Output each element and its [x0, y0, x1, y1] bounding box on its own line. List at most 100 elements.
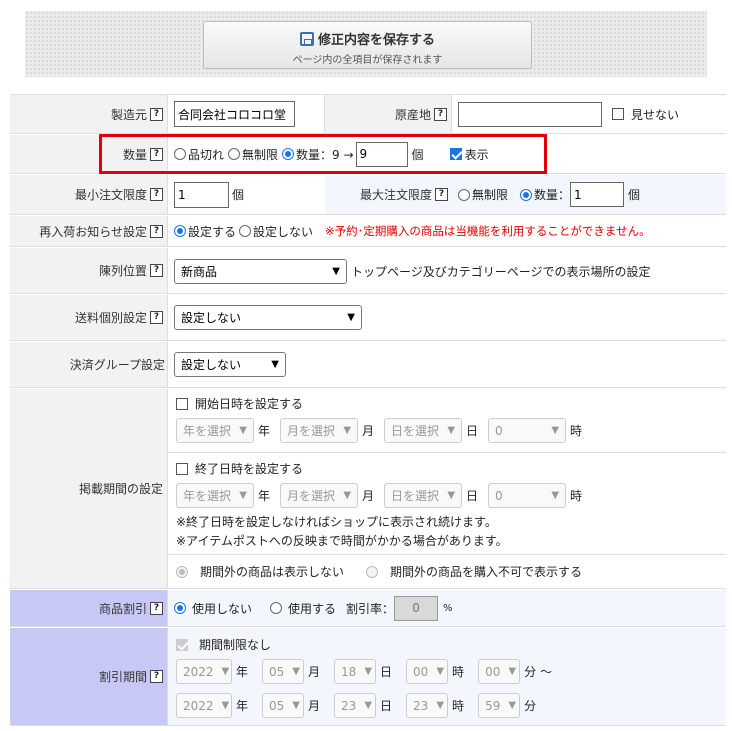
display-position-select[interactable]: 新商品 ▼	[174, 259, 347, 284]
display-position-note: トップページ及びカテゴリーページでの表示場所の設定	[351, 265, 651, 279]
chevron-down-icon: ▼	[447, 490, 456, 501]
discount-range-tilde: 〜	[540, 665, 553, 679]
discount-start-hour-select[interactable]: 00 ▼	[406, 659, 449, 684]
min-order-input[interactable]	[174, 181, 229, 208]
restock-on-radio[interactable]	[174, 225, 186, 237]
shipping-select[interactable]: 設定しない ▼	[174, 305, 362, 330]
chevron-down-icon: ▼	[239, 490, 247, 501]
start-day-selected: 日を選択	[391, 424, 440, 438]
help-icon[interactable]: ?	[150, 601, 163, 615]
discount-rate-input[interactable]: 0	[394, 595, 439, 621]
chevron-down-icon: ▼	[551, 490, 560, 501]
discount-end-min-select[interactable]: 59 ▼	[478, 693, 521, 718]
end-hour-select[interactable]: 0 ▼	[488, 483, 567, 508]
quantity-show-label: 表示	[464, 147, 489, 162]
period-start-label: 開始日時を設定する	[195, 397, 304, 411]
discount-start-year-select[interactable]: 2022 ▼	[176, 659, 232, 684]
discount-start-min-unit: 分	[524, 665, 537, 679]
end-year-select[interactable]: 年を選択 ▼	[176, 483, 254, 508]
start-month-select[interactable]: 月を選択 ▼	[280, 418, 359, 443]
quantity-value-cell: 品切れ 無制限 数量：9 → 個 表示	[168, 135, 726, 173]
row-discount-period: 割引期間 ? 期間制限なし 2022 ▼ 年 05 ▼ 月 18 ▼ 日 00 ▼ 時 …	[10, 628, 726, 726]
period-hide-radio[interactable]	[176, 565, 188, 578]
max-order-unlimited-radio[interactable]	[458, 188, 470, 201]
discount-end-min: 59	[485, 698, 501, 713]
discount-end-row: 2022 ▼ 年 05 ▼ 月 23 ▼ 日 23 ▼ 時 59 ▼ 分	[176, 693, 726, 718]
help-icon[interactable]: ?	[434, 107, 447, 121]
payment-group-label-cell: 決済グループ設定	[10, 342, 168, 387]
discount-label: 商品割引	[98, 601, 147, 616]
quantity-unit: 個	[411, 147, 424, 162]
end-month-select[interactable]: 月を選択 ▼	[280, 483, 359, 508]
discount-end-hour-select[interactable]: 23 ▼	[406, 693, 449, 718]
period-end-checkbox[interactable]	[176, 462, 188, 475]
help-icon[interactable]: ?	[150, 188, 163, 201]
start-year-select[interactable]: 年を選択 ▼	[176, 418, 254, 443]
quantity-number-radio[interactable]	[282, 148, 295, 160]
quantity-unlimited-label: 無制限	[242, 147, 279, 162]
discount-start-day-unit: 日	[380, 665, 393, 679]
start-day-select[interactable]: 日を選択 ▼	[384, 418, 463, 443]
quantity-input[interactable]	[355, 141, 408, 167]
quantity-soldout-label: 品切れ	[188, 147, 225, 162]
payment-group-select[interactable]: 設定しない ▼	[174, 352, 286, 377]
discount-start-min-select[interactable]: 00 ▼	[478, 659, 521, 684]
help-icon[interactable]: ?	[150, 107, 163, 121]
quantity-soldout-radio[interactable]	[174, 148, 186, 160]
end-year-selected: 年を選択	[183, 489, 232, 503]
hide-origin-checkbox[interactable]	[612, 108, 624, 120]
save-button-subtitle: ページ内の全項目が保存されます	[292, 55, 443, 66]
max-order-number-radio[interactable]	[520, 188, 533, 201]
end-day-select[interactable]: 日を選択 ▼	[384, 483, 463, 508]
end-day-unit: 日	[466, 489, 479, 503]
discount-start-day-select[interactable]: 18 ▼	[334, 659, 377, 684]
help-icon[interactable]: ?	[435, 188, 448, 201]
period-start-block: 開始日時を設定する 年を選択 ▼ 年 月を選択 ▼ 月 日を選択 ▼ 日 0 ▼ 時	[168, 389, 726, 453]
period-show-radio[interactable]	[366, 565, 379, 578]
help-icon[interactable]: ?	[150, 311, 163, 324]
quantity-show-checkbox[interactable]	[449, 148, 462, 160]
origin-input[interactable]	[458, 101, 602, 127]
period-start-checkbox[interactable]	[176, 397, 188, 410]
discount-end-month-select[interactable]: 05 ▼	[262, 693, 305, 718]
discount-end-month-unit: 月	[308, 699, 321, 713]
discount-percent: %	[443, 602, 453, 614]
discount-start-month-select[interactable]: 05 ▼	[262, 659, 305, 684]
start-hour-select[interactable]: 0 ▼	[488, 418, 567, 443]
discount-no-limit-label: 期間制限なし	[199, 638, 272, 652]
discount-end-year: 2022	[183, 698, 214, 713]
discount-no-limit-checkbox[interactable]	[176, 638, 188, 651]
origin-label: 原産地	[394, 107, 431, 122]
restock-off-radio[interactable]	[239, 225, 252, 237]
start-year-selected: 年を選択	[183, 424, 232, 438]
quantity-number-label: 数量：9 →	[296, 147, 354, 162]
help-icon[interactable]: ?	[150, 264, 163, 277]
maker-input[interactable]	[174, 101, 295, 127]
chevron-down-icon: ▼	[364, 666, 373, 677]
quantity-unlimited-radio[interactable]	[228, 148, 241, 160]
save-button[interactable]: 修正内容を保存する ページ内の全項目が保存されます	[203, 21, 532, 69]
discount-start-year: 2022	[183, 664, 214, 679]
max-order-label: 最大注文限度	[359, 188, 432, 202]
row-order-limits: 最小注文限度 ? 個 最大注文限度 ? 無制限 数量： 個	[10, 175, 726, 215]
help-icon[interactable]: ?	[150, 670, 163, 683]
chevron-down-icon: ▼	[221, 666, 230, 677]
discount-yes-radio[interactable]	[270, 602, 283, 614]
row-display-position: 陳列位置 ? 新商品 ▼ トップページ及びカテゴリーページでの表示場所の設定	[10, 248, 726, 294]
help-icon[interactable]: ?	[150, 224, 163, 238]
discount-end-min-unit: 分	[524, 699, 537, 713]
min-order-value-cell: 個	[168, 175, 325, 214]
chevron-down-icon: ▼	[508, 666, 517, 677]
row-maker: 製造元 ? 原産地 ? 見せない	[10, 94, 726, 134]
max-order-input[interactable]	[570, 182, 625, 207]
discount-label-cell: 商品割引 ?	[10, 590, 168, 626]
discount-no-radio[interactable]	[174, 602, 186, 614]
discount-start-hour: 00	[413, 664, 429, 679]
chevron-down-icon: ▼	[292, 700, 300, 711]
payment-group-label: 決済グループ設定	[69, 358, 165, 372]
discount-end-month: 05	[269, 698, 285, 713]
discount-end-day-select[interactable]: 23 ▼	[334, 693, 377, 718]
help-icon[interactable]: ?	[150, 147, 163, 161]
discount-end-year-select[interactable]: 2022 ▼	[176, 693, 232, 718]
display-position-label: 陳列位置	[98, 264, 147, 278]
